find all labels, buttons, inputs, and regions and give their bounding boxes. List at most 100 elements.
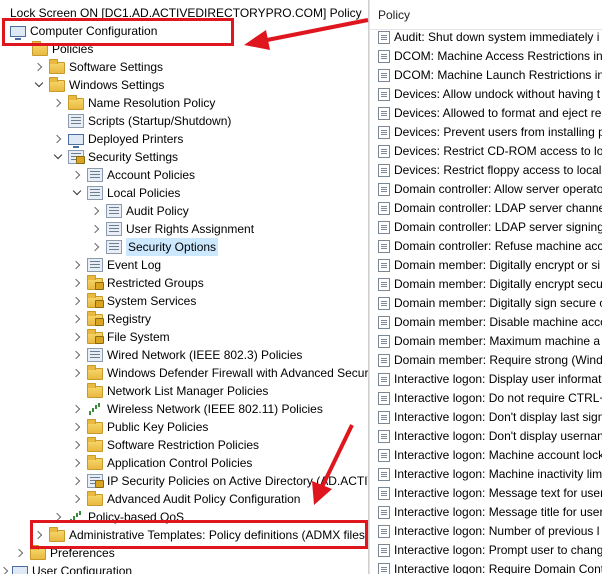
expand-arrow-icon[interactable] [72, 274, 82, 292]
expand-arrow-icon[interactable] [72, 346, 82, 364]
tree-item-audit-policy[interactable]: Audit Policy [106, 202, 189, 220]
tree-item-security-options[interactable]: Security Options [106, 238, 219, 256]
expand-arrow-icon[interactable] [91, 220, 101, 238]
expand-arrow-icon[interactable] [72, 454, 82, 472]
expand-arrow-icon[interactable] [53, 508, 63, 526]
policy-list: Policy Audit: Shut down system immediate… [370, 0, 602, 574]
tree-item-advanced-audit[interactable]: Advanced Audit Policy Configuration [87, 490, 300, 508]
tree-item-preferences[interactable]: Preferences [30, 544, 115, 562]
tree-item-ip-security[interactable]: IP Security Policies on Active Directory… [87, 472, 368, 490]
tree-item-user-rights-assignment[interactable]: User Rights Assignment [106, 220, 254, 238]
ip-security-icon [87, 474, 104, 488]
policy-row[interactable]: Domain controller: LDAP server signing [378, 218, 602, 237]
policy-row[interactable]: Devices: Restrict floppy access to local… [378, 161, 602, 180]
expand-arrow-icon[interactable] [91, 202, 101, 220]
policy-row[interactable]: Domain controller: Allow server operato [378, 180, 602, 199]
tree-item-public-key-policies[interactable]: Public Key Policies [87, 418, 208, 436]
collapse-arrow-icon[interactable] [72, 184, 82, 202]
policy-setting-icon [378, 278, 390, 291]
policy-row[interactable]: Domain member: Disable machine acco [378, 313, 602, 332]
expand-arrow-icon[interactable] [0, 562, 10, 574]
tree-item-application-control[interactable]: Application Control Policies [87, 454, 252, 472]
policy-row[interactable]: DCOM: Machine Access Restrictions in [378, 47, 602, 66]
tree-item-windows-defender-firewall[interactable]: Windows Defender Firewall with Advanced … [87, 364, 368, 382]
tree-title[interactable]: Lock Screen ON [DC1.AD.ACTIVEDIRECTORYPR… [10, 4, 362, 22]
policy-row[interactable]: Interactive logon: Machine inactivity li… [378, 465, 602, 484]
expand-arrow-icon[interactable] [72, 490, 82, 508]
policy-row[interactable]: Domain member: Require strong (Wind [378, 351, 602, 370]
expand-arrow-icon[interactable] [72, 418, 82, 436]
policy-row[interactable]: Devices: Prevent users from installing p [378, 123, 602, 142]
expand-arrow-icon[interactable] [53, 130, 63, 148]
collapse-arrow-icon[interactable] [34, 76, 44, 94]
tree-item-scripts[interactable]: Scripts (Startup/Shutdown) [68, 112, 231, 130]
tree-item-registry[interactable]: Registry [87, 310, 151, 328]
policy-row[interactable]: Interactive logon: Number of previous l [378, 522, 599, 541]
tree-item-wireless-network[interactable]: Wireless Network (IEEE 802.11) Policies [87, 400, 323, 418]
policy-row[interactable]: Devices: Restrict CD-ROM access to loca [378, 142, 602, 161]
policy-row[interactable]: Devices: Allowed to format and eject re [378, 104, 601, 123]
tree-item-local-policies[interactable]: Local Policies [87, 184, 180, 202]
expand-arrow-icon[interactable] [72, 436, 82, 454]
tree-item-windows-settings[interactable]: Windows Settings [49, 76, 164, 94]
policy-row[interactable]: Interactive logon: Display user informat [378, 370, 601, 389]
policy-row[interactable]: Domain controller: Refuse machine acc [378, 237, 602, 256]
tree-item-file-system[interactable]: File System [87, 328, 170, 346]
expand-arrow-icon[interactable] [34, 58, 44, 76]
policy-row[interactable]: Interactive logon: Don't display last si… [378, 408, 602, 427]
folder-icon [68, 94, 84, 110]
tree-item-wired-network[interactable]: Wired Network (IEEE 802.3) Policies [87, 346, 302, 364]
folder-icon [49, 58, 65, 74]
policy-row[interactable]: DCOM: Machine Launch Restrictions in [378, 66, 602, 85]
policy-row[interactable]: Domain member: Digitally sign secure c [378, 294, 602, 313]
tree-item-restricted-groups[interactable]: Restricted Groups [87, 274, 204, 292]
policy-row[interactable]: Interactive logon: Require Domain Contr [378, 560, 602, 574]
tree-item-account-policies[interactable]: Account Policies [87, 166, 195, 184]
expand-arrow-icon[interactable] [72, 166, 82, 184]
tree-item-network-list-manager[interactable]: Network List Manager Policies [87, 382, 268, 400]
tree-item-software-restriction[interactable]: Software Restriction Policies [87, 436, 259, 454]
policy-setting-icon [378, 202, 390, 215]
policy-row[interactable]: Interactive logon: Message text for user [378, 484, 602, 503]
policy-row[interactable]: Domain member: Maximum machine a [378, 332, 600, 351]
expand-arrow-icon[interactable] [72, 292, 82, 310]
expand-arrow-icon[interactable] [91, 238, 101, 256]
policy-row[interactable]: Interactive logon: Message title for use… [378, 503, 602, 522]
policy-row[interactable]: Audit: Shut down system immediately i [378, 28, 599, 47]
expand-arrow-icon[interactable] [34, 526, 44, 544]
tree-item-computer-configuration[interactable]: Computer Configuration [10, 22, 157, 40]
tree-item-deployed-printers[interactable]: Deployed Printers [68, 130, 183, 148]
policy-setting-icon [378, 506, 390, 519]
tree-item-software-settings[interactable]: Software Settings [49, 58, 163, 76]
expand-arrow-icon[interactable] [72, 472, 82, 490]
expand-arrow-icon[interactable] [72, 364, 82, 382]
tree-item-name-resolution-policy[interactable]: Name Resolution Policy [68, 94, 215, 112]
policy-icon [87, 168, 103, 182]
policy-row[interactable]: Domain member: Digitally encrypt secu [378, 275, 602, 294]
column-header-policy[interactable]: Policy [370, 0, 602, 30]
policy-row[interactable]: Domain controller: LDAP server channe [378, 199, 602, 218]
policy-row[interactable]: Interactive logon: Prompt user to chang [378, 541, 602, 560]
expand-arrow-icon[interactable] [72, 400, 82, 418]
expand-arrow-icon[interactable] [53, 94, 63, 112]
expand-arrow-icon[interactable] [72, 328, 82, 346]
expand-arrow-icon[interactable] [15, 544, 25, 562]
policy-row[interactable]: Domain member: Digitally encrypt or si [378, 256, 600, 275]
tree-item-administrative-templates[interactable]: Administrative Templates: Policy definit… [49, 526, 365, 544]
computer-icon [10, 25, 26, 40]
policy-row[interactable]: Interactive logon: Machine account lock [378, 446, 602, 465]
policy-row[interactable]: Devices: Allow undock without having t [378, 85, 600, 104]
collapse-arrow-icon[interactable] [53, 148, 63, 166]
expand-arrow-icon[interactable] [72, 256, 82, 274]
policy-row[interactable]: Interactive logon: Do not require CTRL+ [378, 389, 602, 408]
tree-item-system-services[interactable]: System Services [87, 292, 196, 310]
tree-item-policies[interactable]: Policies [32, 40, 93, 58]
policy-row[interactable]: Interactive logon: Don't display usernan [378, 427, 602, 446]
console-tree: Lock Screen ON [DC1.AD.ACTIVEDIRECTORYPR… [0, 0, 368, 574]
qos-icon [68, 510, 84, 524]
tree-item-user-configuration[interactable]: User Configuration [12, 562, 132, 574]
tree-item-security-settings[interactable]: Security Settings [68, 148, 178, 166]
tree-item-policy-based-qos[interactable]: Policy-based QoS [68, 508, 184, 526]
expand-arrow-icon[interactable] [72, 310, 82, 328]
tree-item-event-log[interactable]: Event Log [87, 256, 161, 274]
